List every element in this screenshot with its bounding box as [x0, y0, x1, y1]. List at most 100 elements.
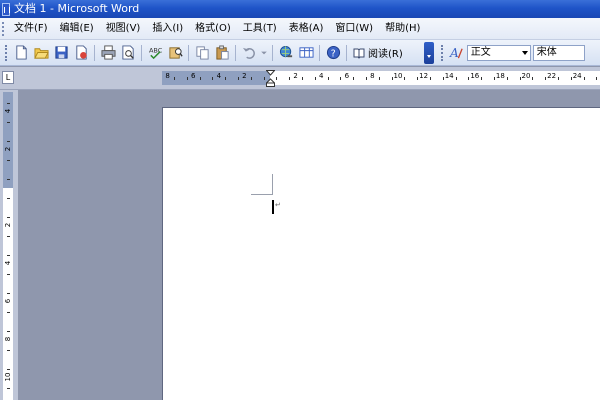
- ruler-tick: [391, 77, 393, 80]
- standard-toolbar: ABC ? 阅读(R) A 正文 宋体: [0, 40, 600, 66]
- ruler-tick: [430, 77, 431, 80]
- undo-dropdown-icon[interactable]: [260, 44, 268, 62]
- text-boundary-mark: [272, 174, 273, 195]
- ruler-tick: [7, 292, 10, 294]
- help-icon[interactable]: ?: [324, 44, 342, 62]
- ruler-tick: [545, 77, 547, 80]
- title-bar: 文档 1 - Microsoft Word: [0, 0, 600, 18]
- ruler-tick: [455, 77, 457, 80]
- ruler-number: 4: [4, 108, 12, 114]
- ruler-tick: [583, 77, 585, 80]
- toolbar-separator: [272, 44, 273, 61]
- font-value: 宋体: [536, 46, 557, 58]
- ruler-number: 2: [4, 222, 12, 228]
- menu-file[interactable]: 文件(F): [8, 20, 54, 38]
- menu-table[interactable]: 表格(A): [283, 20, 330, 38]
- font-dropdown[interactable]: 宋体: [532, 44, 585, 61]
- save-icon[interactable]: [52, 44, 70, 62]
- ruler-number: 4: [216, 72, 222, 80]
- ruler-tick: [263, 77, 265, 80]
- ruler-tick: [7, 140, 10, 142]
- ruler-number: 2: [4, 146, 12, 152]
- ruler-tick: [519, 77, 521, 80]
- ruler-tick: [417, 77, 419, 80]
- tables-borders-icon[interactable]: [297, 44, 315, 62]
- read-icon: [353, 48, 365, 59]
- ruler-tick: [353, 77, 355, 80]
- menu-window[interactable]: 窗口(W): [329, 20, 379, 38]
- permission-icon[interactable]: [72, 44, 90, 62]
- ruler-number: 12: [419, 72, 429, 80]
- ruler-number: 20: [521, 72, 531, 80]
- ruler-number: 10: [4, 372, 12, 382]
- menu-format[interactable]: 格式(O): [189, 20, 237, 38]
- document-page[interactable]: ↵: [162, 107, 600, 400]
- word-window: 文档 1 - Microsoft Word 文件(F) 编辑(E) 视图(V) …: [0, 0, 600, 400]
- menu-help[interactable]: 帮助(H): [379, 20, 426, 38]
- vertical-ruler[interactable]: 4 2 2 4 6 8 10: [3, 92, 13, 400]
- menu-tools[interactable]: 工具(T): [237, 20, 283, 38]
- read-button[interactable]: 阅读(R): [350, 44, 406, 62]
- menu-view[interactable]: 视图(V): [100, 20, 147, 38]
- word-app-icon[interactable]: [2, 2, 10, 16]
- print-icon[interactable]: [99, 44, 117, 62]
- toolbar-separator: [319, 44, 320, 61]
- copy-icon[interactable]: [193, 44, 211, 62]
- text-boundary-mark: [251, 194, 272, 195]
- svg-text:ABC: ABC: [148, 47, 162, 55]
- tab-selector[interactable]: L: [2, 71, 14, 84]
- ruler-tick: [570, 77, 572, 80]
- ruler-tick: [7, 368, 10, 370]
- read-button-label: 阅读(R): [368, 49, 403, 60]
- ruler-tick: [532, 77, 534, 80]
- ruler-tick: [7, 121, 10, 123]
- paragraph-mark: ↵: [275, 201, 281, 209]
- horizontal-ruler[interactable]: 8 6 4 2 2 4 6 8 10 12 14 16 18 20 22 24: [162, 70, 600, 87]
- undo-icon[interactable]: [240, 44, 258, 62]
- menu-insert[interactable]: 插入(I): [146, 20, 189, 38]
- ruler-tick: [7, 311, 10, 313]
- new-document-icon[interactable]: [12, 44, 30, 62]
- ruler-tick: [276, 77, 278, 80]
- ruler-tick: [468, 77, 470, 80]
- style-value: 正文: [470, 46, 491, 58]
- ruler-tick: [7, 273, 10, 275]
- print-preview-icon[interactable]: [119, 44, 137, 62]
- paste-icon[interactable]: [213, 44, 231, 62]
- ruler-number: 6: [4, 298, 12, 304]
- ruler-tick: [199, 77, 201, 80]
- window-title: 文档 1 - Microsoft Word: [14, 2, 140, 15]
- ruler-number: 8: [165, 72, 170, 80]
- ruler-number: 6: [344, 72, 350, 80]
- ruler-number: 4: [4, 260, 12, 266]
- menu-edit[interactable]: 编辑(E): [54, 20, 100, 38]
- svg-text:A: A: [449, 46, 459, 60]
- spelling-icon[interactable]: ABC: [146, 44, 164, 62]
- vertical-ruler-column: 4 2 2 4 6 8 10: [0, 90, 18, 400]
- ruler-tick: [212, 77, 214, 80]
- text-cursor: [272, 200, 274, 214]
- toolbar-overflow-button[interactable]: [423, 41, 434, 64]
- ruler-number: 8: [4, 336, 12, 342]
- open-folder-icon[interactable]: [32, 44, 50, 62]
- styles-formatting-icon[interactable]: A: [448, 44, 466, 62]
- insert-hyperlink-icon[interactable]: [277, 44, 295, 62]
- ruler-tick: [7, 102, 10, 104]
- toolbar-separator: [188, 44, 189, 61]
- ruler-number: 24: [572, 72, 582, 80]
- style-dropdown-arrow-icon[interactable]: [520, 46, 530, 60]
- research-icon[interactable]: [166, 44, 184, 62]
- ruler-tick: [289, 77, 291, 80]
- ruler-tick: [7, 349, 10, 351]
- formatting-toolbar-grip[interactable]: [440, 44, 444, 61]
- menu-grip[interactable]: [2, 21, 6, 36]
- toolbar-grip[interactable]: [5, 44, 8, 61]
- ruler-tick: [7, 197, 10, 199]
- indent-marker-icon[interactable]: [266, 70, 275, 87]
- toolbar-separator: [346, 44, 347, 61]
- ruler-tick: [506, 77, 508, 80]
- style-dropdown[interactable]: 正文: [466, 44, 531, 61]
- ruler-number: 6: [190, 72, 196, 80]
- ruler-number: 18: [495, 72, 505, 80]
- ruler-tick: [7, 254, 10, 256]
